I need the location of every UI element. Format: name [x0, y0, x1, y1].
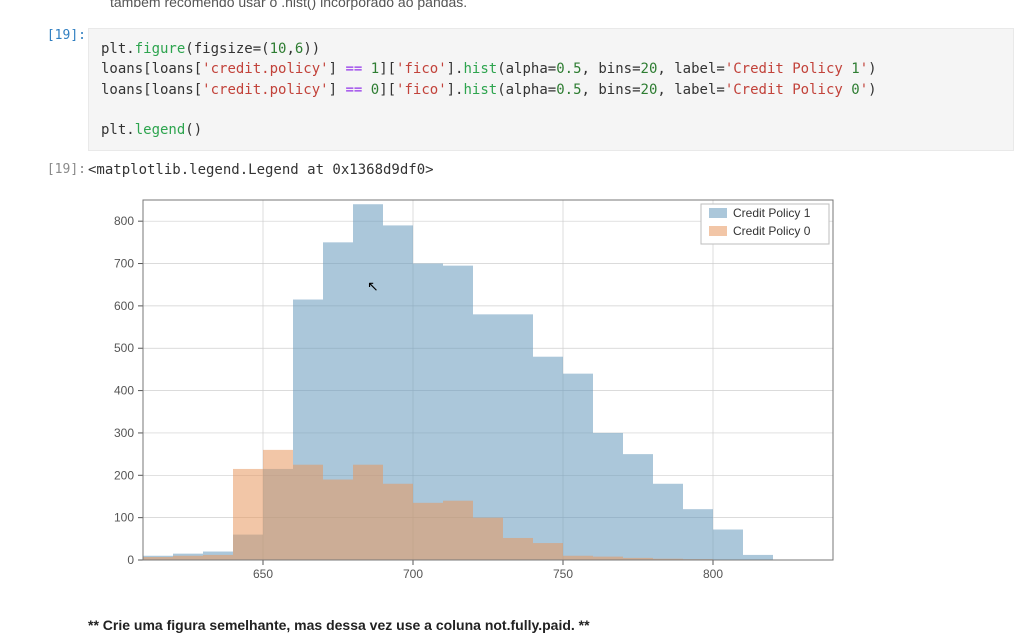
svg-text:600: 600 [114, 299, 134, 313]
svg-text:800: 800 [703, 567, 723, 581]
svg-text:700: 700 [114, 257, 134, 271]
histogram-plot: 0 100 200 300 400 500 600 700 800 650 700 750 800 Cre… [88, 190, 848, 590]
context-text: também recomendo usar o .hist() incorpor… [110, 0, 467, 10]
chart: 0 100 200 300 400 500 600 700 800 650 700 750 800 Cre… [88, 190, 1014, 593]
code-block[interactable]: plt.figure(figsize=(10,6)) loans[loans['… [88, 28, 1014, 151]
svg-text:750: 750 [553, 567, 573, 581]
svg-text:0: 0 [127, 553, 134, 567]
output-cell: [19]: <matplotlib.legend.Legend at 0x136… [28, 162, 1014, 593]
svg-text:700: 700 [403, 567, 423, 581]
output-prompt: [19]: [26, 162, 86, 177]
svg-text:650: 650 [253, 567, 273, 581]
input-cell: [19]: plt.figure(figsize=(10,6)) loans[l… [28, 28, 1014, 151]
instruction-note: ** Crie uma figura semelhante, mas dessa… [88, 617, 590, 633]
svg-text:100: 100 [114, 511, 134, 525]
svg-text:400: 400 [114, 384, 134, 398]
svg-text:300: 300 [114, 426, 134, 440]
svg-text:Credit Policy 1: Credit Policy 1 [733, 206, 811, 220]
svg-text:Credit Policy 0: Credit Policy 0 [733, 224, 811, 238]
output-repr: <matplotlib.legend.Legend at 0x1368d9df0… [88, 162, 1014, 178]
svg-text:500: 500 [114, 341, 134, 355]
input-prompt: [19]: [26, 28, 86, 43]
svg-text:800: 800 [114, 214, 134, 228]
svg-text:200: 200 [114, 468, 134, 482]
